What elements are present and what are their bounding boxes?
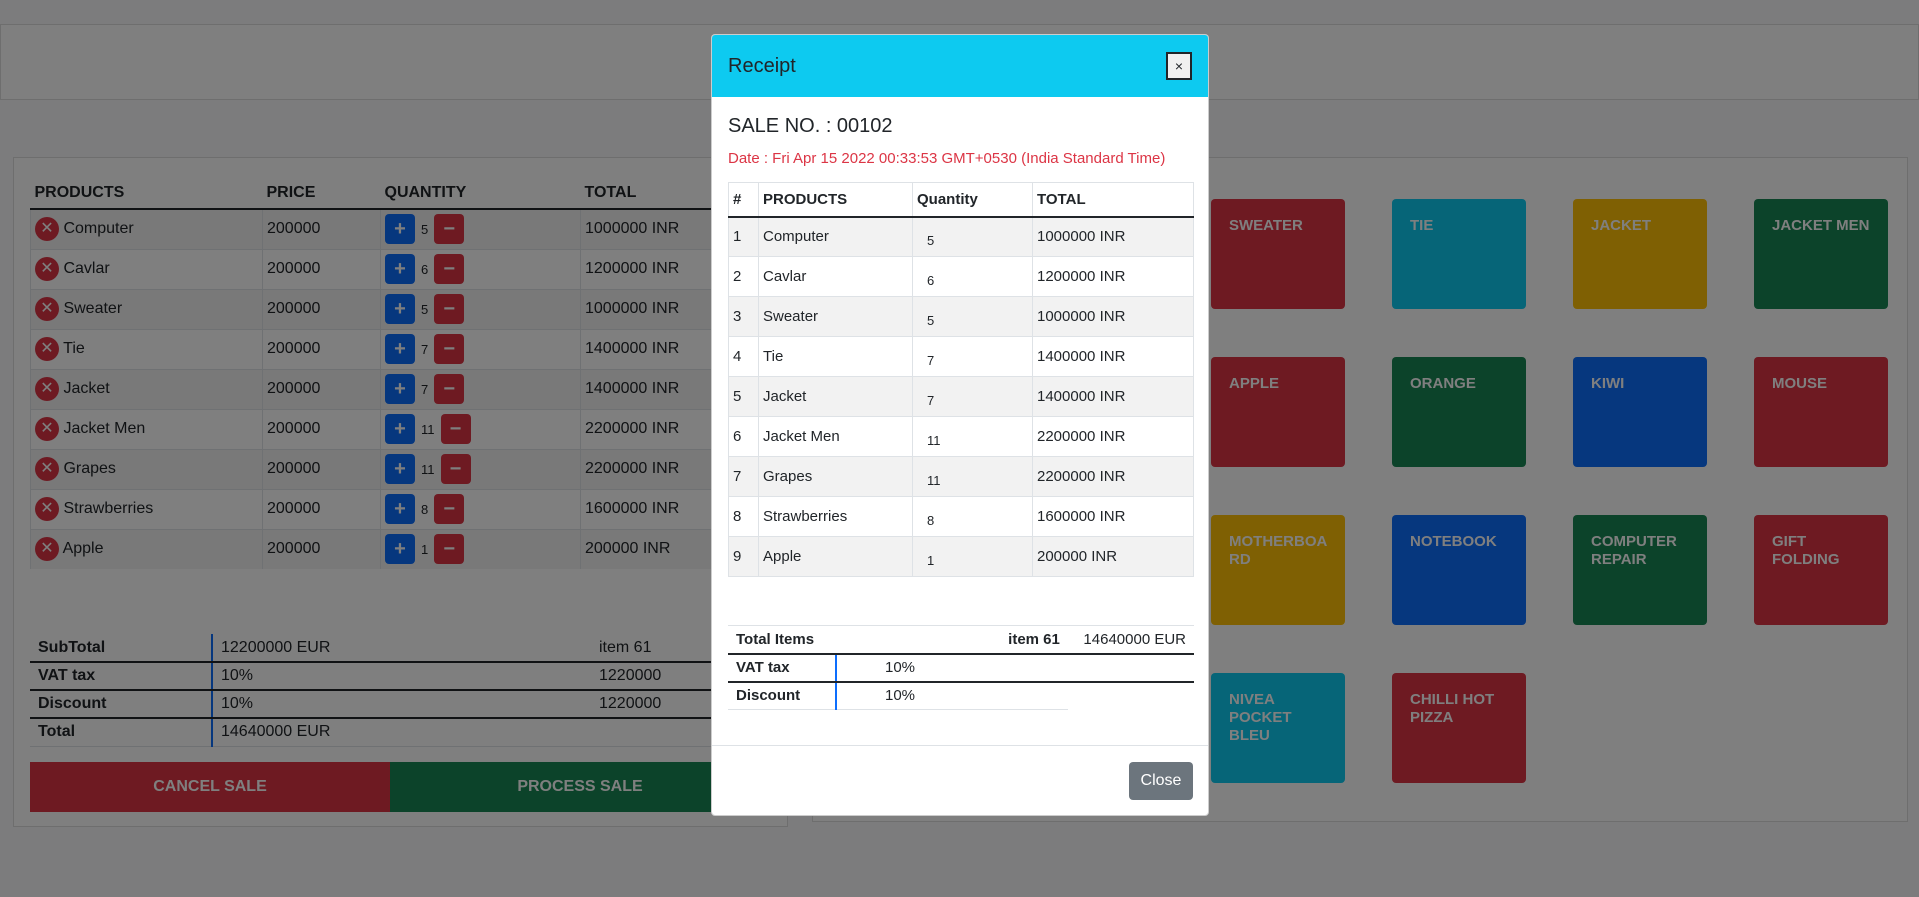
sale-date: Date : Fri Apr 15 2022 00:33:53 GMT+0530… [728, 150, 1166, 167]
total-items-label: Total Items [728, 625, 934, 655]
receipt-total: 1000000 INR [1032, 296, 1194, 337]
receipt-modal: Receipt × SALE NO. : 00102 Date : Fri Ap… [711, 34, 1209, 816]
receipt-vat-value: 10% [836, 653, 1194, 683]
receipt-discount-value: 10% [836, 681, 1068, 710]
receipt-index: 8 [728, 496, 759, 537]
receipt-quantity: 11 [912, 416, 1033, 457]
receipt-index: 9 [728, 536, 759, 577]
receipt-product: Computer [758, 216, 913, 257]
sale-number: SALE NO. : 00102 [728, 115, 893, 137]
receipt-quantity: 5 [912, 216, 1033, 257]
col-index: # [728, 182, 759, 218]
receipt-index: 5 [728, 376, 759, 417]
receipt-summary: Total Items item 61 14640000 EUR VAT tax… [728, 625, 1194, 710]
modal-footer: Close [712, 745, 1208, 815]
receipt-row: 5 Jacket 7 1400000 INR [728, 376, 1194, 417]
receipt-quantity: 5 [912, 296, 1033, 337]
receipt-index: 3 [728, 296, 759, 337]
receipt-row: 8 Strawberries 8 1600000 INR [728, 496, 1194, 537]
receipt-product: Grapes [758, 456, 913, 497]
receipt-row: 2 Cavlar 6 1200000 INR [728, 256, 1194, 297]
receipt-discount-label: Discount [728, 681, 837, 710]
receipt-row: 9 Apple 1 200000 INR [728, 536, 1194, 577]
close-button[interactable]: Close [1129, 762, 1193, 800]
receipt-total-value: 14640000 EUR [1067, 625, 1194, 655]
receipt-quantity: 6 [912, 256, 1033, 297]
receipt-product: Jacket [758, 376, 913, 417]
col-total: TOTAL [1032, 182, 1194, 218]
col-products: PRODUCTS [758, 182, 913, 218]
receipt-product: Strawberries [758, 496, 913, 537]
receipt-total: 200000 INR [1032, 536, 1194, 577]
receipt-total: 2200000 INR [1032, 456, 1194, 497]
modal-title: Receipt [728, 54, 796, 77]
receipt-product: Jacket Men [758, 416, 913, 457]
receipt-vat-label: VAT tax [728, 653, 837, 683]
receipt-total: 1600000 INR [1032, 496, 1194, 537]
receipt-row: 1 Computer 5 1000000 INR [728, 216, 1194, 257]
receipt-total: 1000000 INR [1032, 216, 1194, 257]
receipt-total: 2200000 INR [1032, 416, 1194, 457]
receipt-index: 4 [728, 336, 759, 377]
receipt-quantity: 11 [912, 456, 1033, 497]
receipt-product: Sweater [758, 296, 913, 337]
receipt-index: 7 [728, 456, 759, 497]
receipt-product: Cavlar [758, 256, 913, 297]
receipt-total: 1400000 INR [1032, 336, 1194, 377]
receipt-total: 1400000 INR [1032, 376, 1194, 417]
receipt-index: 6 [728, 416, 759, 457]
receipt-row: 4 Tie 7 1400000 INR [728, 336, 1194, 377]
receipt-quantity: 7 [912, 336, 1033, 377]
receipt-index: 1 [728, 216, 759, 257]
close-icon[interactable]: × [1166, 52, 1192, 80]
receipt-row: 3 Sweater 5 1000000 INR [728, 296, 1194, 337]
receipt-row: 7 Grapes 11 2200000 INR [728, 456, 1194, 497]
receipt-total: 1200000 INR [1032, 256, 1194, 297]
modal-body: SALE NO. : 00102 Date : Fri Apr 15 2022 … [712, 97, 1208, 710]
receipt-row: 6 Jacket Men 11 2200000 INR [728, 416, 1194, 457]
receipt-product: Apple [758, 536, 913, 577]
receipt-quantity: 8 [912, 496, 1033, 537]
receipt-items-count: item 61 [933, 625, 1068, 655]
receipt-quantity: 1 [912, 536, 1033, 577]
receipt-product: Tie [758, 336, 913, 377]
col-quantity: Quantity [912, 182, 1033, 218]
receipt-quantity: 7 [912, 376, 1033, 417]
modal-header: Receipt × [712, 35, 1208, 97]
receipt-table: # PRODUCTS Quantity TOTAL 1 Computer 5 1000… [728, 182, 1194, 577]
receipt-index: 2 [728, 256, 759, 297]
